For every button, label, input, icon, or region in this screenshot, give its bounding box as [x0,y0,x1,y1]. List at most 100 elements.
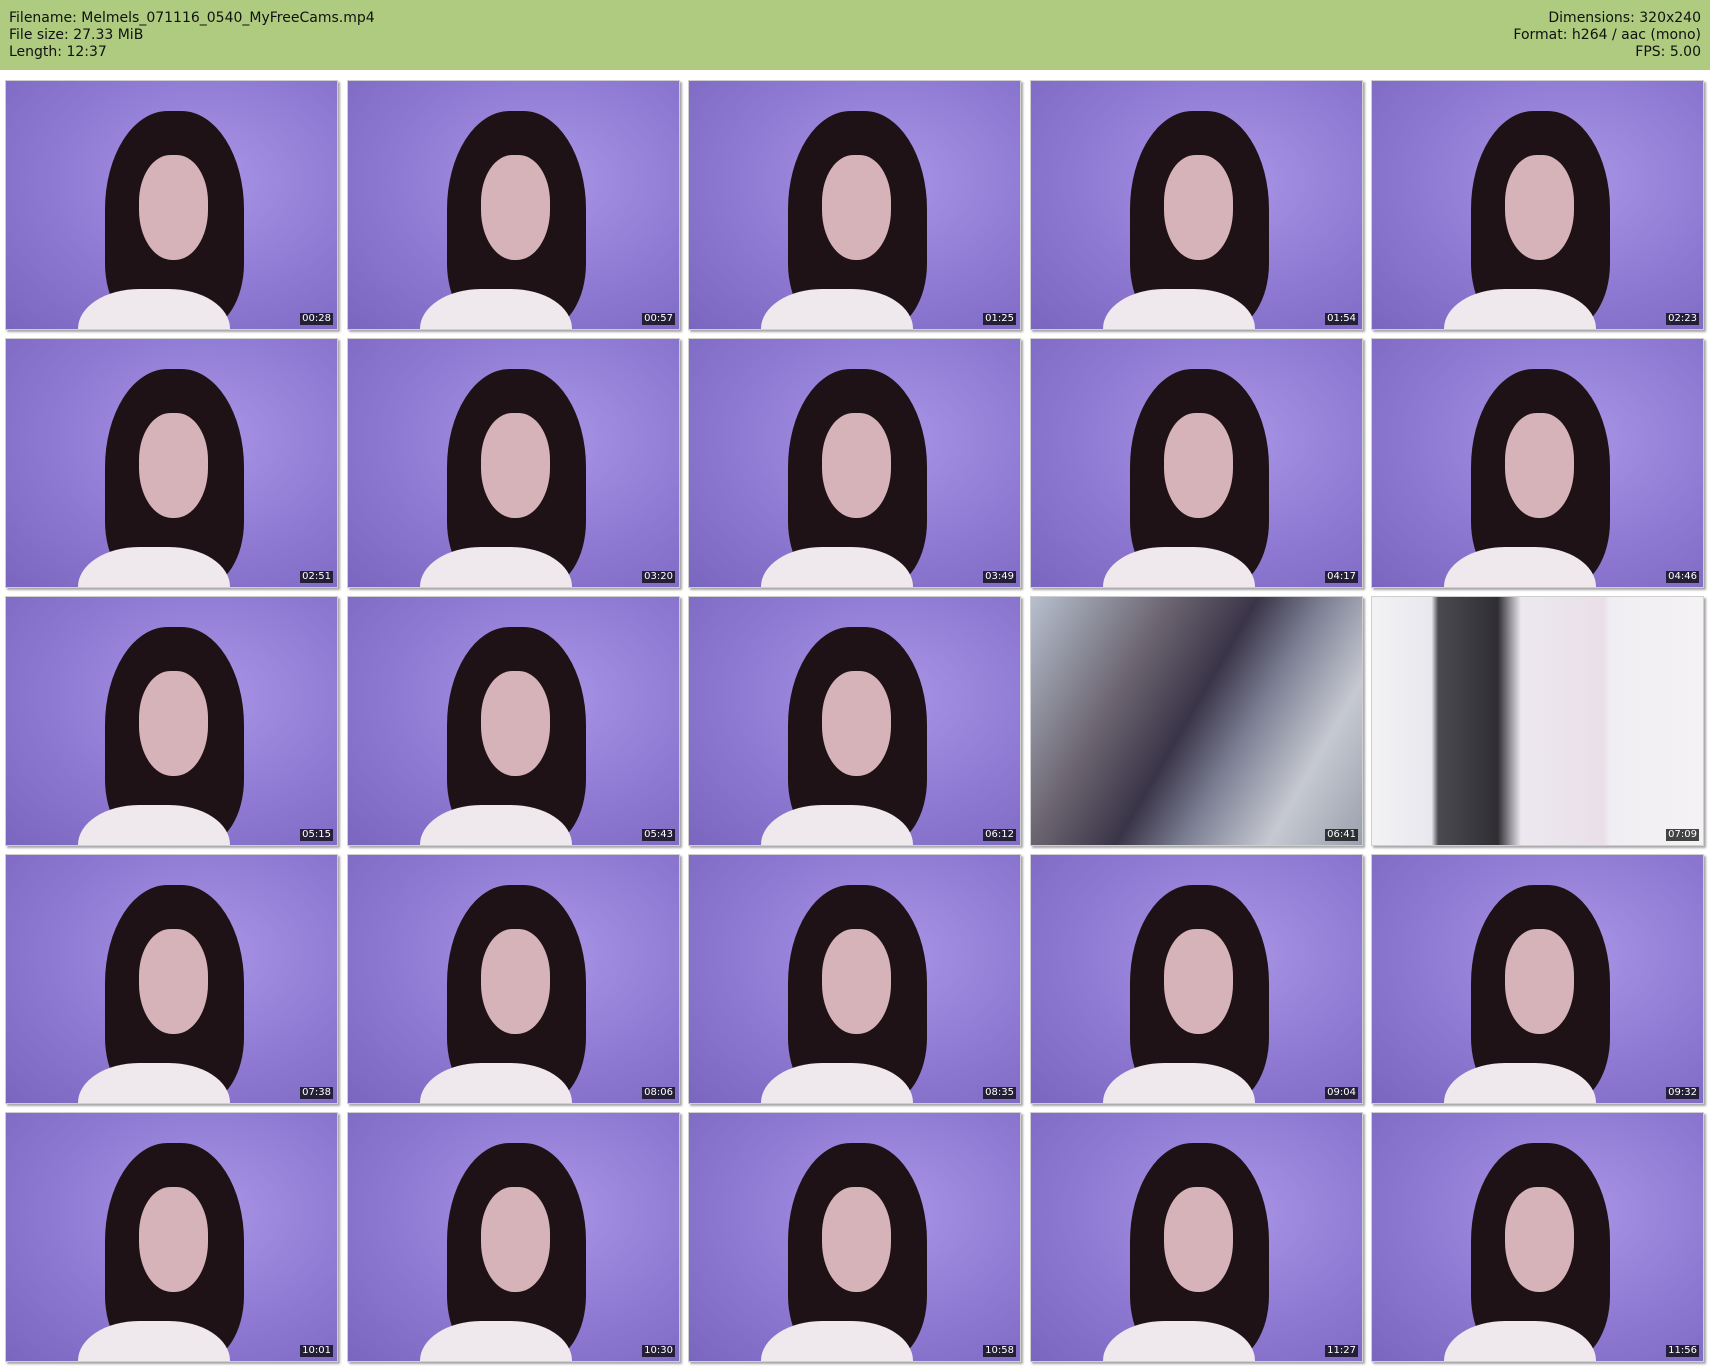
person-figure [760,1142,928,1361]
face-shape [821,155,892,260]
timestamp-label: 02:23 [1666,313,1699,325]
face-shape [480,1187,551,1292]
thumbnail-frame: 04:17 [1030,338,1363,588]
timestamp-label: 06:12 [983,829,1016,841]
thumbnail-frame: 03:49 [688,338,1021,588]
person-figure [419,110,587,329]
format-text: Format: h264 / aac (mono) [1513,27,1701,43]
person-figure [419,1142,587,1361]
face-shape [138,413,209,518]
thumbnail-frame: 11:56 [1371,1112,1704,1362]
face-shape [1504,413,1575,518]
face-shape [1163,413,1234,518]
thumbnail-frame: 07:38 [5,854,338,1104]
thumbnail-frame: 02:51 [5,338,338,588]
thumbnail-frame: 03:20 [347,338,680,588]
timestamp-label: 07:38 [300,1087,333,1099]
timestamp-label: 00:57 [642,313,675,325]
face-shape [138,929,209,1034]
filename-text: Filename: Melmels_071116_0540_MyFreeCams… [9,10,375,26]
timestamp-label: 01:25 [983,313,1016,325]
thumbnail-frame: 11:27 [1030,1112,1363,1362]
timestamp-label: 09:04 [1325,1087,1358,1099]
person-figure [77,626,245,845]
timestamp-label: 06:41 [1325,829,1358,841]
timestamp-label: 05:15 [300,829,333,841]
person-figure [1102,110,1270,329]
person-figure [1102,1142,1270,1361]
info-header: Filename: Melmels_071116_0540_MyFreeCams… [0,0,1710,70]
face-shape [480,929,551,1034]
timestamp-label: 04:46 [1666,571,1699,583]
face-shape [1163,929,1234,1034]
thumbnail-frame: 02:23 [1371,80,1704,330]
file-size-text: File size: 27.33 MiB [9,27,144,43]
person-figure [760,884,928,1103]
thumbnail-frame: 09:04 [1030,854,1363,1104]
person-figure [77,110,245,329]
thumbnail-grid: 00:28 00:57 01:25 01:54 02:23 02:51 03:20 03:49… [5,80,1705,1365]
timestamp-label: 07:09 [1666,829,1699,841]
file-info: Filename: Melmels_071116_0540_MyFreeCams… [9,10,375,61]
thumbnail-frame: 05:15 [5,596,338,846]
thumbnail-frame: 01:54 [1030,80,1363,330]
frame-image [1372,597,1703,845]
timestamp-label: 02:51 [300,571,333,583]
face-shape [480,671,551,776]
person-figure [760,626,928,845]
dimensions-text: Dimensions: 320x240 [1548,10,1701,26]
person-figure [77,884,245,1103]
person-figure [419,368,587,587]
timestamp-label: 00:28 [300,313,333,325]
thumbnail-frame: 06:41 [1030,596,1363,846]
thumbnail-frame: 05:43 [347,596,680,846]
thumbnail-frame: 10:58 [688,1112,1021,1362]
person-figure [77,368,245,587]
face-shape [138,671,209,776]
face-shape [821,1187,892,1292]
timestamp-label: 11:56 [1666,1345,1699,1357]
timestamp-label: 01:54 [1325,313,1358,325]
face-shape [821,671,892,776]
thumbnail-frame: 08:06 [347,854,680,1104]
person-figure [1443,884,1611,1103]
person-figure [1443,368,1611,587]
face-shape [1163,1187,1234,1292]
video-info: Dimensions: 320x240 Format: h264 / aac (… [1513,10,1701,61]
face-shape [1504,1187,1575,1292]
timestamp-label: 10:58 [983,1345,1016,1357]
timestamp-label: 09:32 [1666,1087,1699,1099]
face-shape [138,155,209,260]
timestamp-label: 04:17 [1325,571,1358,583]
person-figure [1102,884,1270,1103]
thumbnail-frame: 10:01 [5,1112,338,1362]
face-shape [1163,155,1234,260]
face-shape [480,413,551,518]
timestamp-label: 08:06 [642,1087,675,1099]
person-figure [760,110,928,329]
thumbnail-frame: 01:25 [688,80,1021,330]
thumbnail-frame: 06:12 [688,596,1021,846]
face-shape [1504,929,1575,1034]
thumbnail-frame: 00:28 [5,80,338,330]
thumbnail-frame: 08:35 [688,854,1021,1104]
frame-image [1031,597,1362,845]
timestamp-label: 05:43 [642,829,675,841]
face-shape [138,1187,209,1292]
thumbnail-frame: 04:46 [1371,338,1704,588]
person-figure [1443,110,1611,329]
timestamp-label: 03:49 [983,571,1016,583]
person-figure [77,1142,245,1361]
timestamp-label: 03:20 [642,571,675,583]
thumbnail-frame: 10:30 [347,1112,680,1362]
thumbnail-frame: 09:32 [1371,854,1704,1104]
length-text: Length: 12:37 [9,44,107,60]
person-figure [419,626,587,845]
thumbnail-frame: 07:09 [1371,596,1704,846]
timestamp-label: 11:27 [1325,1345,1358,1357]
timestamp-label: 10:01 [300,1345,333,1357]
person-figure [1102,368,1270,587]
fps-text: FPS: 5.00 [1635,44,1701,60]
face-shape [1504,155,1575,260]
person-figure [1443,1142,1611,1361]
